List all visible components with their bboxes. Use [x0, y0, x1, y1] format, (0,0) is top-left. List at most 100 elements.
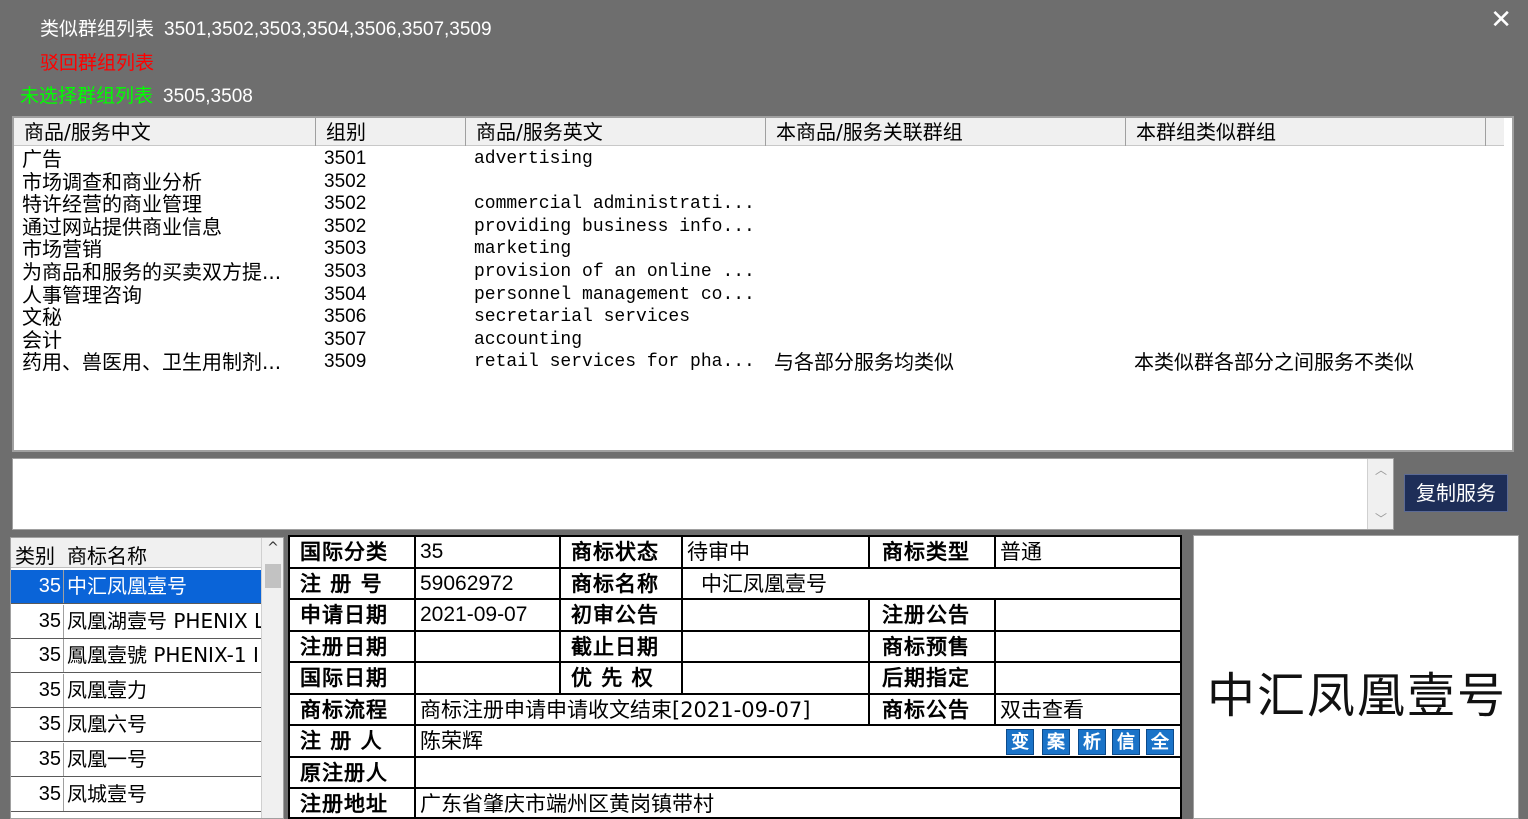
registrant-label: 注 册 人	[290, 726, 416, 756]
service-row[interactable]: 药用、兽医用、卫生用制剂... 3509 retail services for p…	[14, 351, 1504, 373]
type-label: 商标类型	[870, 537, 996, 567]
service-row[interactable]: 会计 3507 accounting	[14, 329, 1504, 351]
tag-info-button[interactable]: 信	[1112, 729, 1140, 755]
scroll-up-icon[interactable]: ︿	[1368, 461, 1394, 478]
trademark-name: 凤城壹号	[67, 781, 147, 806]
service-en: accounting	[474, 329, 583, 350]
prelim-value	[683, 600, 870, 630]
service-group: 3507	[324, 328, 367, 350]
col-class[interactable]: 类别	[15, 540, 55, 569]
unselected-groups-value: 3505,3508	[163, 86, 253, 107]
trademark-row[interactable]: 35 凤凰湖壹号 PHENIX L	[11, 604, 261, 639]
apply-date-label: 申请日期	[290, 600, 416, 630]
trademark-name: 中汇凤凰壹号	[67, 574, 187, 598]
column-divider	[63, 777, 64, 811]
intl-class-value: 35	[416, 537, 561, 567]
column-divider	[63, 570, 64, 603]
service-similar: 本类似群各部分之间服务不类似	[1134, 350, 1414, 375]
scroll-up-icon[interactable]: ^	[262, 540, 283, 556]
service-group: 3506	[324, 306, 367, 328]
copy-service-button[interactable]: 复制服务	[1404, 474, 1508, 512]
trademark-row[interactable]: 35 凤凰一号	[11, 743, 261, 777]
trademark-class: 35	[38, 678, 61, 701]
tag-case-button[interactable]: 案	[1042, 729, 1070, 755]
service-row[interactable]: 市场营销 3503 marketing	[14, 238, 1504, 260]
trademark-image-text: 中汇凤凰壹号	[1206, 668, 1507, 724]
later-value	[996, 663, 1180, 693]
service-related: 与各部分服务均类似	[774, 350, 954, 375]
trademark-class: 35	[38, 713, 61, 736]
trademark-row[interactable]: 35 凤凰壹力	[11, 673, 261, 708]
service-group: 3503	[324, 261, 367, 282]
flow-value[interactable]: 商标注册申请申请收文结束[2021-09-07]	[416, 694, 870, 724]
tag-change-button[interactable]: 变	[1006, 729, 1034, 755]
status-value: 待审中	[683, 537, 870, 567]
detail-row: 注 册 人 陈荣辉 变 案 析 信 全	[290, 726, 1180, 758]
col-cn[interactable]: 商品/服务中文	[14, 118, 316, 146]
service-en: advertising	[474, 149, 593, 169]
service-row[interactable]: 特许经营的商业管理 3502 commercial administrati...	[14, 193, 1504, 215]
close-icon[interactable]: ✕	[1490, 6, 1512, 34]
intl-date-label: 国际日期	[290, 663, 416, 693]
service-row[interactable]: 市场调查和商业分析 3502	[14, 171, 1504, 193]
trademark-class: 35	[38, 644, 61, 667]
reg-date-value	[416, 631, 561, 661]
later-label: 后期指定	[870, 663, 996, 693]
service-group: 3509	[324, 351, 367, 373]
col-group[interactable]: 组别	[316, 118, 466, 146]
services-table-header: 商品/服务中文 组别 商品/服务英文 本商品/服务关联群组 本群组类似群组	[14, 118, 1504, 146]
service-cn: 市场调查和商业分析	[22, 169, 202, 194]
service-row[interactable]: 通过网站提供商业信息 3502 providing business info...	[14, 216, 1504, 238]
name-value: 中汇凤凰壹号	[701, 571, 827, 596]
intl-date-value	[416, 663, 561, 693]
notice-value[interactable]: 双击查看	[996, 695, 1180, 725]
service-en: retail services for pha...	[474, 352, 755, 373]
tag-all-button[interactable]: 全	[1146, 729, 1174, 755]
trademark-name: 凤凰湖壹号 PHENIX L	[67, 608, 261, 633]
scroll-thumb[interactable]	[265, 564, 281, 588]
presale-label: 商标预售	[870, 631, 996, 661]
rejected-groups-label: 驳回群组列表	[40, 52, 155, 74]
col-name[interactable]: 商标名称	[67, 540, 147, 569]
trademark-row[interactable]: 35 中汇凤凰壹号	[11, 570, 261, 604]
services-table[interactable]: 商品/服务中文 组别 商品/服务英文 本商品/服务关联群组 本群组类似群组 广告…	[12, 116, 1514, 452]
tag-analysis-button[interactable]: 析	[1078, 729, 1106, 755]
service-text-scrollbar[interactable]: ︿ ﹀	[1367, 459, 1393, 529]
service-row[interactable]: 广告 3501 advertising	[14, 148, 1504, 170]
detail-row: 注册地址 广东省肇庆市端州区黄岗镇带村	[290, 789, 1180, 817]
service-row[interactable]: 文秘 3506 secretarial services	[14, 306, 1504, 328]
column-divider	[63, 639, 64, 673]
service-en: provision of an online ...	[474, 262, 755, 282]
service-en: providing business info...	[474, 216, 755, 237]
scroll-down-icon[interactable]: ﹀	[1368, 510, 1394, 527]
service-group: 3502	[324, 170, 367, 192]
trademark-class: 35	[38, 575, 61, 597]
service-row[interactable]: 人事管理咨询 3504 personnel management co...	[14, 284, 1504, 306]
detail-row: 原注册人	[290, 757, 1180, 789]
trademark-list-scrollbar[interactable]: ^	[261, 538, 283, 818]
trademark-name: 鳳凰壹號 PHENIX-1 I	[67, 643, 259, 668]
flow-label: 商标流程	[290, 694, 416, 724]
trademark-list[interactable]: 类别 商标名称 35 中汇凤凰壹号 35 凤凰湖壹号 PHENIX L 35 鳳凰壹號 P…	[10, 537, 284, 819]
trademark-row[interactable]: 35 凤城壹号	[11, 777, 261, 812]
service-cn: 广告	[22, 147, 62, 171]
trademark-image-panel: 中汇凤凰壹号	[1193, 535, 1519, 819]
col-similar[interactable]: 本群组类似群组	[1126, 118, 1486, 146]
service-row[interactable]: 为商品和服务的买卖双方提... 3503 provision of an onlin…	[14, 261, 1504, 283]
expire-value	[683, 631, 870, 661]
orig-registrant-value	[416, 758, 1180, 788]
trademark-row[interactable]: 35 鳳凰壹號 PHENIX-1 I	[11, 639, 261, 674]
trademark-row[interactable]: 35 凤凰六号	[11, 708, 261, 743]
service-group: 3501	[324, 148, 367, 169]
trademark-list-header: 类别 商标名称	[11, 538, 261, 568]
service-text-area[interactable]: ︿ ﹀	[12, 458, 1394, 530]
service-cn: 药用、兽医用、卫生用制剂...	[22, 350, 282, 375]
detail-row: 国际日期 优 先 权 后期指定	[290, 663, 1180, 695]
col-related[interactable]: 本商品/服务关联群组	[766, 118, 1126, 146]
col-en[interactable]: 商品/服务英文	[466, 118, 766, 146]
type-value: 普通	[1000, 540, 1042, 564]
trademark-name: 凤凰六号	[67, 712, 147, 737]
service-cn: 人事管理咨询	[22, 282, 142, 307]
name-label: 商标名称	[561, 568, 683, 598]
status-label: 商标状态	[561, 537, 683, 567]
